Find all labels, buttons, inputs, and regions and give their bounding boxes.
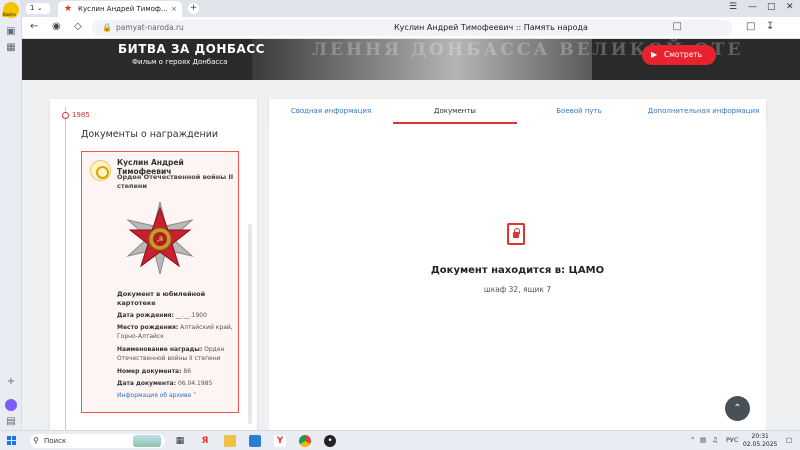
timeline-dot	[62, 112, 69, 119]
page-content: 1985 Документы о награждении Куслин Андр…	[22, 80, 800, 430]
taskbar-clock[interactable]: 20:31 02.05.2025	[743, 433, 777, 449]
chevron-down-icon: ˅	[193, 392, 197, 399]
award-icon	[90, 160, 111, 181]
archive-info-link[interactable]: Информация об архиве ˅	[117, 392, 196, 399]
url-text[interactable]: pamyat-naroda.ru	[116, 23, 184, 32]
section-heading: Документы о награждении	[81, 129, 219, 140]
field-value: 86	[183, 368, 192, 375]
field-label: Дата документа:	[117, 380, 177, 387]
field-birth-date: Дата рождения: __.__.1900	[117, 311, 235, 320]
document-storage-details: шкаф 32, ящик 7	[483, 285, 552, 294]
apps-grid-icon[interactable]: ▦	[5, 42, 17, 54]
app-icon[interactable]: •	[324, 435, 336, 447]
field-award-name: Наименование награды: Орден Отечественно…	[117, 345, 235, 363]
tab-counter[interactable]: 1 ⌄	[26, 3, 50, 14]
downloads-icon[interactable]: ↧	[766, 21, 774, 32]
order-patriotic-war-image: ☭	[126, 201, 194, 275]
close-window-icon[interactable]: ✕	[786, 2, 794, 12]
award-timeline-panel: 1985 Документы о награждении Куслин Андр…	[50, 99, 257, 430]
volume-icon[interactable]: ♫	[712, 436, 718, 444]
page-title: Куслин Андрей Тимофеевич :: Память народ…	[394, 23, 588, 32]
add-icon[interactable]: +	[5, 376, 17, 388]
chrome-icon[interactable]	[299, 435, 311, 447]
address-bar: ← ◉ ◇ 🔒 pamyat-naroda.ru Куслин Андрей Т…	[22, 17, 800, 39]
browser-tab[interactable]: ★ Куслин Андрей Тимоф... ×	[58, 1, 182, 17]
locked-document-icon	[507, 223, 525, 245]
yandex-app-icon[interactable]: Я	[199, 435, 211, 447]
search-icon: ⚲	[33, 436, 39, 445]
panel-scrollbar[interactable]	[248, 224, 252, 424]
field-doc-number: Номер документа: 86	[117, 367, 235, 376]
banner-subtitle: Фильм о героях Донбасса	[132, 58, 228, 66]
taskbar-search-label: Поиск	[44, 437, 67, 445]
minimize-icon[interactable]: —	[748, 2, 757, 12]
keyboard-language[interactable]: РУС	[726, 436, 738, 444]
archive-info-link-text: Информация об архиве	[117, 392, 192, 399]
clock-time: 20:31	[751, 433, 769, 440]
search-highlight-image	[133, 435, 161, 447]
site-info-icon[interactable]: ◇	[74, 21, 82, 32]
clock-date: 02.05.2025	[743, 441, 778, 448]
tab-battle-path[interactable]: Боевой путь	[517, 99, 641, 124]
windows-start-icon[interactable]	[7, 436, 16, 445]
browser-tab-title: Куслин Андрей Тимоф...	[78, 5, 168, 13]
field-value: __.__.1900	[175, 312, 207, 319]
alice-assistant-icon[interactable]	[5, 399, 17, 411]
banner-title: БИТВА ЗА ДОНБАСС	[118, 42, 265, 56]
document-viewer: Документ находится в: ЦАМО шкаф 32, ящик…	[269, 124, 766, 430]
tabs-menu-icon[interactable]: ☰	[729, 2, 737, 12]
field-label: Наименование награды:	[117, 346, 203, 353]
browser-sidebar: Войти ▣ ▦ + ▤	[0, 0, 22, 430]
document-location: Документ находится в: ЦАМО	[430, 265, 605, 276]
url-input[interactable]: 🔒 pamyat-naroda.ru Куслин Андрей Тимофее…	[92, 20, 732, 36]
lock-icon: 🔒	[102, 23, 112, 32]
field-doc-date: Дата документа: 06.04.1985	[117, 379, 235, 388]
tab-additional-info[interactable]: Дополнительная информация	[641, 99, 766, 124]
timeline-line	[65, 107, 66, 430]
watch-button[interactable]: ▶ Смотреть	[642, 45, 716, 65]
yandex-browser-icon[interactable]: Y	[274, 435, 286, 447]
file-explorer-icon[interactable]	[224, 435, 236, 447]
taskbar-search[interactable]: ⚲ Поиск	[30, 434, 165, 448]
profile-login-label[interactable]: Войти	[2, 12, 17, 17]
new-tab-button[interactable]: +	[188, 3, 199, 14]
field-birth-place: Место рождения: Алтайский край, Горно-Ал…	[117, 323, 235, 341]
award-card[interactable]: Куслин Андрей Тимофеевич Орден Отечестве…	[81, 151, 239, 413]
field-label: Место рождения:	[117, 324, 179, 331]
tab-documents[interactable]: Документы	[393, 99, 517, 124]
store-icon[interactable]	[249, 435, 261, 447]
tab-summary[interactable]: Сводная информация	[269, 99, 393, 124]
back-icon[interactable]: ←	[30, 21, 38, 32]
bookmark-icon[interactable]: □	[673, 21, 682, 32]
watch-button-label: Смотреть	[664, 50, 703, 59]
browser-tab-bar: 1 ⌄ ★ Куслин Андрей Тимоф... × + ☰ — □ ✕	[22, 0, 800, 17]
site-favicon-icon: ★	[64, 4, 73, 14]
tab-counter-value: 1	[30, 4, 35, 12]
scroll-to-top-button[interactable]: ⌃	[725, 396, 750, 421]
network-icon[interactable]: ▤	[700, 436, 706, 444]
field-value: 06.04.1985	[177, 380, 213, 387]
promo-banner[interactable]: ЛЕННЯ ДОНБАССА ВЕЛИКОЙ ОТЕ БИТВА ЗА ДОНБ…	[22, 39, 800, 80]
yandex-icon[interactable]: ◉	[52, 21, 61, 32]
play-icon: ▶	[651, 50, 658, 59]
messages-icon[interactable]: ▣	[5, 26, 17, 38]
award-doc-type: Документ в юбилейной картотеке	[117, 290, 206, 307]
maximize-icon[interactable]: □	[767, 2, 776, 12]
extensions-icon[interactable]: □	[746, 21, 755, 32]
svg-text:☭: ☭	[156, 235, 163, 244]
award-order-name: Орден Отечественной войны II степени	[117, 173, 234, 190]
record-tabs: Сводная информация Документы Боевой путь…	[269, 99, 766, 124]
timeline-year: 1985	[72, 111, 90, 119]
tray-chevron-icon[interactable]: ⌃	[690, 436, 695, 444]
windows-taskbar: ⚲ Поиск ▦ Я Y • ⌃ ▤ ♫ РУС 20:31 02.05.20…	[0, 430, 800, 450]
field-label: Номер документа:	[117, 368, 182, 375]
task-view-icon[interactable]: ▦	[174, 435, 186, 447]
sidebar-panel-icon[interactable]: ▤	[5, 416, 17, 428]
field-label: Дата рождения:	[117, 312, 174, 319]
close-tab-icon[interactable]: ×	[171, 1, 177, 17]
notifications-icon[interactable]: □	[786, 436, 792, 444]
